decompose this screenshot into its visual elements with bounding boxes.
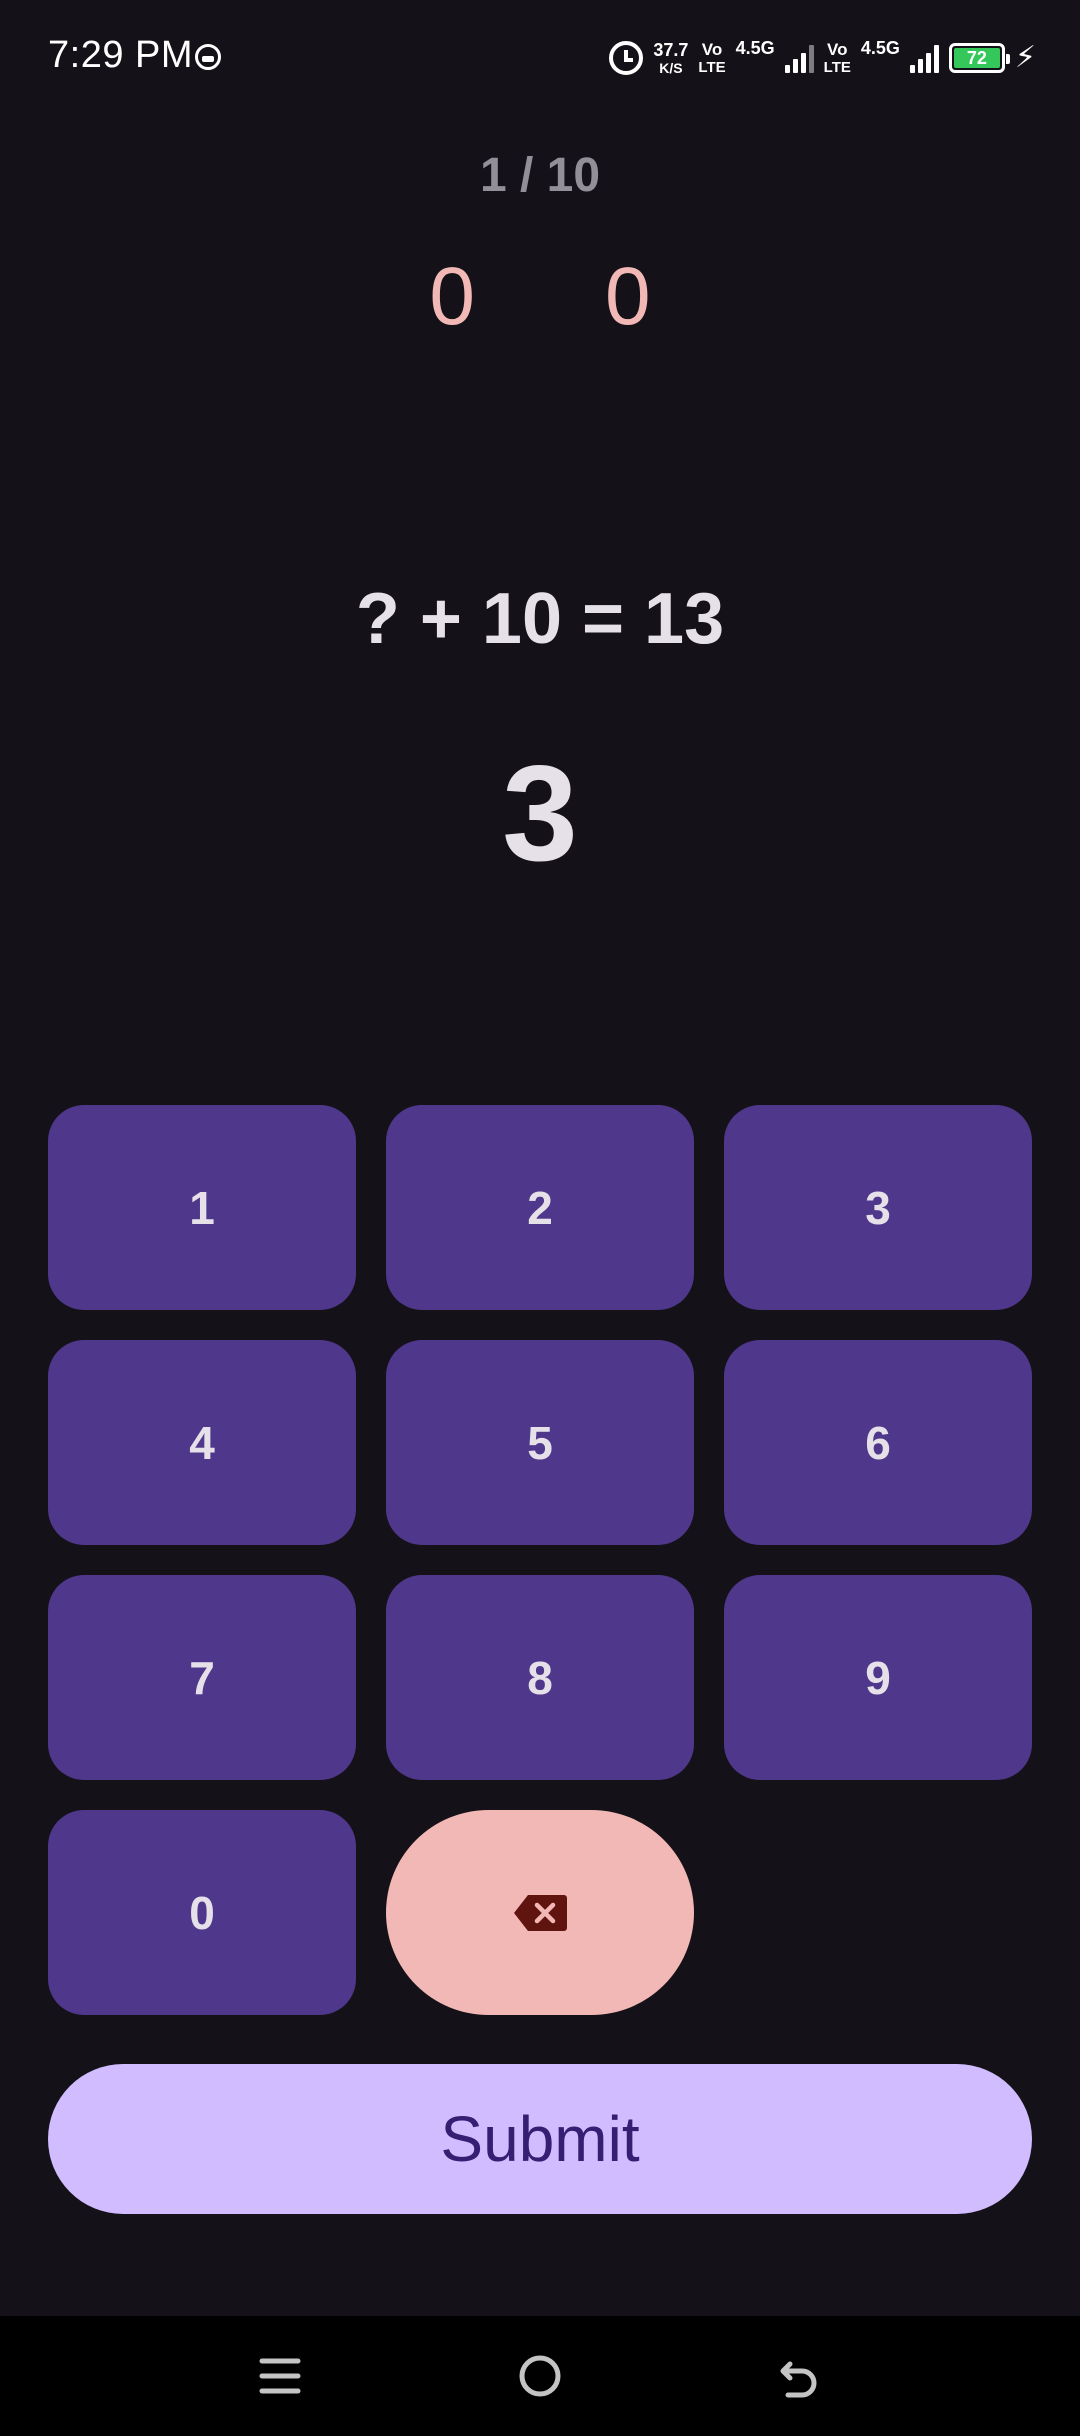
sim2-signal-icon [909,43,939,73]
menu-button[interactable] [250,2346,310,2406]
equation: ? + 10 = 13 [355,579,725,659]
key-3[interactable]: 3 [724,1105,1032,1310]
app-notification-icon [195,44,221,70]
charging-icon: ⚡ [1014,41,1036,74]
sim2-network-type: 4.5G [860,38,900,58]
sim1-volte-bottom: LTE [698,59,726,76]
key-6[interactable]: 6 [724,1340,1032,1545]
sim2-volte-bottom: LTE [823,59,851,76]
battery-level: 72 [953,48,1000,68]
key-1[interactable]: 1 [48,1105,356,1310]
back-button[interactable] [770,2346,830,2406]
backspace-button[interactable] [386,1810,694,2015]
status-bar: 7:29 PM 37.7 K/S Vo LTE 4.5G Vo LTE 4.5G… [0,0,1080,118]
key-8[interactable]: 8 [386,1575,694,1780]
status-icons: 37.7 K/S Vo LTE 4.5G Vo LTE 4.5G 72 ⚡ [609,36,1036,80]
answer-display: 3 [502,737,578,889]
network-speed-value: 37.7 [653,40,689,60]
scoreboard: 0 0 [0,256,1080,338]
key-2[interactable]: 2 [386,1105,694,1310]
score-left: 0 [429,251,475,342]
submit-button[interactable]: Submit [48,2064,1032,2214]
sim1-volte: Vo LTE [698,41,725,75]
network-speed: 37.7 K/S [653,41,688,75]
backspace-icon [514,1894,567,1931]
sim1-volte-top: Vo [701,40,723,59]
sim1-network-type: 4.5G [735,38,775,58]
sim2-volte-top: Vo [827,40,848,59]
home-icon [519,2355,561,2397]
key-0[interactable]: 0 [48,1810,356,2015]
alarm-icon [609,41,644,75]
menu-icon [259,2358,301,2394]
battery-icon: 72 [948,43,1010,73]
sim2-volte: Vo LTE [824,41,851,75]
key-5[interactable]: 5 [386,1340,694,1545]
key-9[interactable]: 9 [724,1575,1032,1780]
number-keypad: 1 2 3 4 5 6 7 8 9 0 [48,1105,1032,2015]
network-speed-unit: K/S [659,60,683,76]
home-button[interactable] [510,2346,570,2406]
score-right: 0 [605,251,651,342]
navigation-bar [0,2316,1080,2436]
key-7[interactable]: 7 [48,1575,356,1780]
key-4[interactable]: 4 [48,1340,356,1545]
status-time: 7:29 PM [48,34,194,76]
back-icon [780,2361,817,2398]
question-progress: 1 / 10 [479,149,601,202]
sim1-signal-icon [784,43,814,73]
